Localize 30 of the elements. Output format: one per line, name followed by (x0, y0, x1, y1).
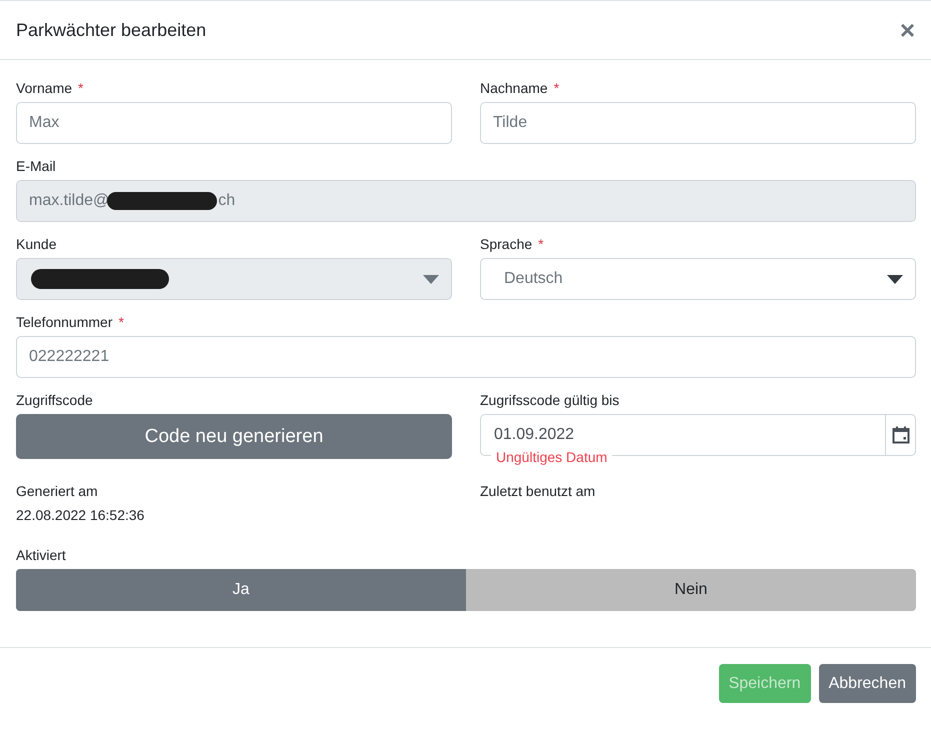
caret-icon (423, 274, 439, 284)
field-label: Zugriffscode (16, 392, 93, 410)
cancel-button[interactable]: Abbrechen (818, 664, 916, 703)
field-label: Nachname (480, 80, 548, 98)
field-label: Kunde (16, 236, 56, 254)
field-label: Generiert am (16, 483, 98, 501)
field-label: Zuletzt benutzt am (480, 483, 596, 501)
regenerate-code-button[interactable]: Code neu generieren (16, 414, 452, 459)
required-mark: * (78, 80, 84, 98)
field-label: E-Mail (16, 158, 56, 176)
required-mark: * (554, 80, 560, 98)
error-message: Ungültiges Datum (491, 449, 612, 465)
field-label: Vorname (16, 80, 72, 98)
dialog-title: Parkwächter bearbeiten (16, 20, 206, 40)
field-label: Telefonnummer (16, 314, 112, 332)
phone-field[interactable]: 022222221 (16, 336, 916, 378)
required-mark: * (538, 236, 544, 254)
field-label: Sprache (480, 236, 532, 254)
language-select[interactable]: Deutsch (480, 258, 916, 300)
field-label: Aktiviert (16, 547, 66, 565)
field-label: Zugrifsscode gültig bis (480, 392, 620, 410)
required-mark: * (118, 314, 124, 332)
calendar-icon[interactable] (892, 426, 910, 444)
toggle-option[interactable]: Nein (466, 569, 916, 611)
toggle-option[interactable]: Ja (16, 569, 466, 611)
close-button[interactable]: × (896, 17, 919, 43)
generated-date: 22.08.2022 16:52:36 (16, 507, 144, 523)
caret-icon (887, 274, 903, 284)
first-name-field[interactable]: Max (16, 102, 452, 144)
last-name-field[interactable]: Tilde (480, 102, 916, 144)
